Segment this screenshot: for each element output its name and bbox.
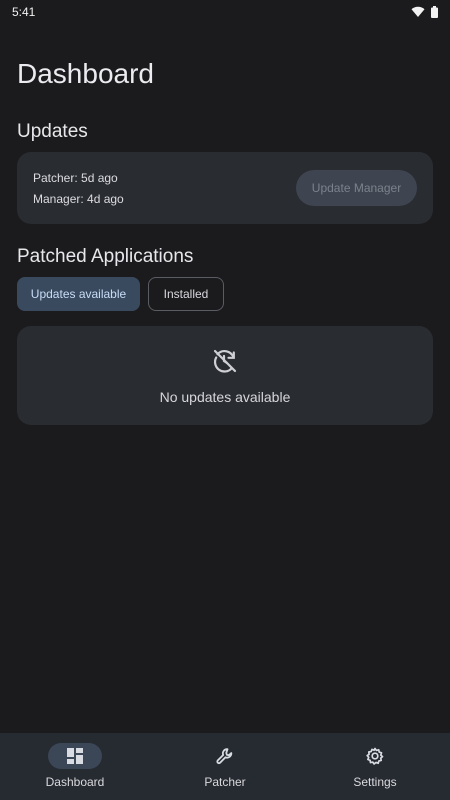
updates-card: Patcher: 5d ago Manager: 4d ago Update M…: [17, 152, 433, 224]
nav-icon-container: [198, 743, 252, 769]
dashboard-screen: 5:41 Dashboard Updates Patcher: 5d ago M…: [0, 0, 450, 800]
update-disabled-icon: [213, 349, 237, 373]
filter-chips: Updates available Installed: [17, 277, 224, 311]
empty-state-message: No updates available: [159, 388, 291, 405]
nav-icon-container: [348, 743, 402, 769]
dashboard-icon: [67, 748, 83, 764]
chip-updates-available[interactable]: Updates available: [17, 277, 140, 311]
patched-applications-title: Patched Applications: [17, 246, 194, 267]
empty-state-card: No updates available: [17, 326, 433, 425]
status-icons: [411, 6, 438, 18]
update-manager-button[interactable]: Update Manager: [296, 170, 417, 206]
battery-icon: [431, 6, 438, 18]
nav-active-indicator: [48, 743, 102, 769]
nav-label-patcher: Patcher: [204, 775, 246, 789]
gear-icon: [366, 747, 384, 765]
status-time: 5:41: [12, 5, 36, 19]
bottom-navigation: Dashboard Patcher Settings: [0, 733, 450, 800]
nav-label-dashboard: Dashboard: [45, 775, 105, 789]
nav-item-patcher[interactable]: Patcher: [165, 743, 285, 789]
patcher-update-info: Patcher: 5d ago: [33, 170, 118, 185]
nav-item-settings[interactable]: Settings: [315, 743, 435, 789]
nav-label-settings: Settings: [353, 775, 397, 789]
update-info: Patcher: 5d ago Manager: 4d ago: [33, 171, 124, 206]
chip-installed[interactable]: Installed: [148, 277, 224, 311]
page-title: Dashboard: [17, 58, 154, 89]
wrench-icon: [216, 748, 233, 765]
wifi-icon: [411, 6, 425, 18]
updates-section-title: Updates: [17, 121, 88, 142]
nav-item-dashboard[interactable]: Dashboard: [15, 743, 135, 789]
manager-update-info: Manager: 4d ago: [33, 191, 124, 206]
status-bar: 5:41: [0, 0, 450, 24]
